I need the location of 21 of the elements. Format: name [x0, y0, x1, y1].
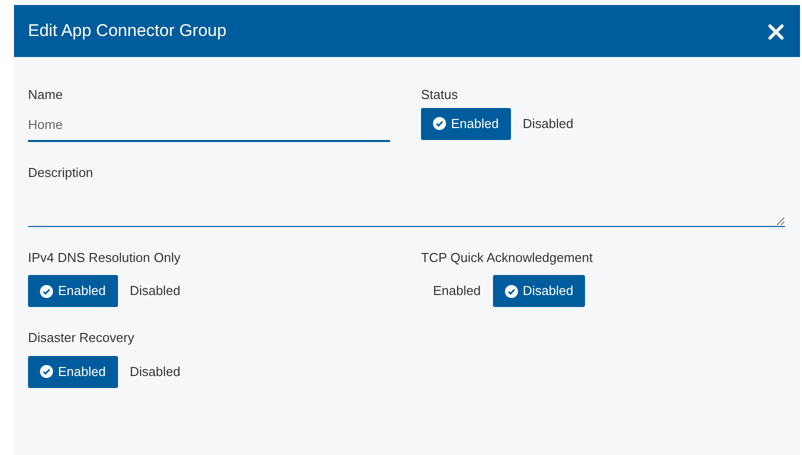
field-label: IPv4 DNS Resolution Only — [28, 248, 180, 267]
toggle-option[interactable]: Disabled — [510, 108, 586, 140]
dialog-title: Edit App Connector Group — [28, 20, 226, 42]
field-label: Name — [28, 86, 63, 104]
toggle-option[interactable]: Enabled — [421, 275, 493, 307]
toggle-option[interactable]: Enabled — [28, 356, 118, 388]
field-label: Description — [28, 164, 94, 182]
toggle-option[interactable]: Disabled — [492, 275, 586, 307]
check-icon — [40, 284, 53, 298]
check-icon — [504, 284, 518, 298]
check-icon — [40, 365, 53, 378]
toggle-option[interactable]: Disabled — [118, 275, 192, 307]
toggle-option[interactable]: Enabled — [28, 275, 118, 307]
field-label: TCP Quick Acknowledgement — [421, 248, 593, 267]
close-icon — [766, 22, 786, 42]
toggle-option[interactable]: Enabled — [421, 108, 511, 140]
check-icon — [433, 117, 446, 130]
name-input-field[interactable]: Home — [28, 112, 390, 142]
field-label: Status — [421, 86, 458, 104]
field-label: Disaster Recovery — [28, 329, 134, 347]
toggle-option[interactable]: Disabled — [118, 356, 192, 388]
